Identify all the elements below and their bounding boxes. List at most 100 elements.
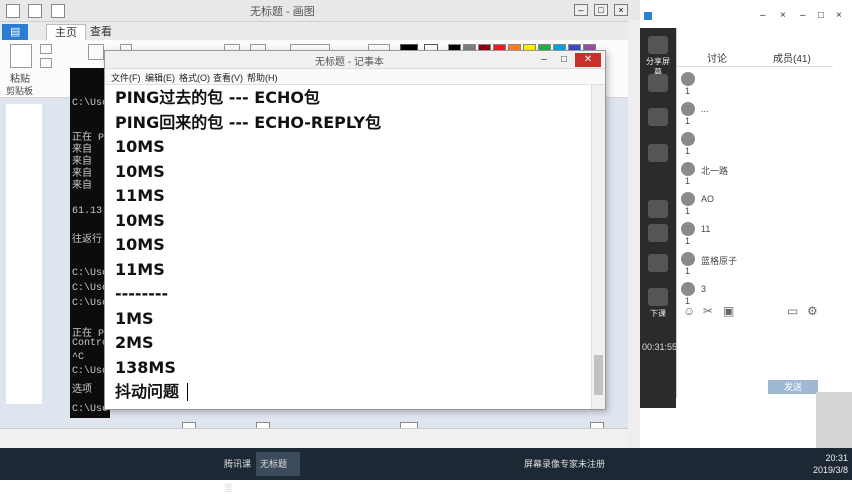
console-line: C:\Use <box>72 404 109 415</box>
close-button[interactable]: ✕ <box>575 53 601 67</box>
sidebar-item-speaker[interactable] <box>643 224 673 244</box>
menu-edit[interactable]: 编辑(E) <box>145 71 175 84</box>
member-list-item[interactable]: ... 1 <box>681 102 821 126</box>
share-screen-icon <box>648 36 668 54</box>
notepad-text-line: 10MS <box>115 137 165 156</box>
taskbar-item[interactable]: 腾讯课堂 <box>220 452 258 493</box>
taskbar-item[interactable] <box>40 452 74 476</box>
member-list-item[interactable]: 蓝格原子 1 <box>681 252 821 276</box>
notepad-text-line: 2MS <box>115 333 154 352</box>
taskbar-item[interactable]: 屏幕录像专家未注册 <box>520 452 674 476</box>
emoji-icon[interactable]: ☺ <box>683 304 695 318</box>
taskbar-item[interactable]: 无标题 <box>256 452 300 476</box>
menu-file[interactable]: 文件(F) <box>111 71 141 84</box>
maximize-button[interactable]: □ <box>555 53 573 67</box>
member-list-item[interactable]: 1 <box>681 132 821 156</box>
paste-icon[interactable] <box>10 44 32 68</box>
redo-icon[interactable] <box>50 4 65 18</box>
avatar <box>681 72 695 86</box>
paste-label: 粘贴 <box>10 74 30 85</box>
taskbar-item[interactable] <box>112 452 146 476</box>
member-name: 蓝格原子 <box>701 256 738 266</box>
video-icon <box>648 74 668 92</box>
chat-input-area[interactable] <box>816 392 852 454</box>
close-button[interactable]: × <box>836 10 842 21</box>
avatar <box>681 132 695 146</box>
taskbar-item[interactable] <box>300 452 344 476</box>
taskbar-item[interactable] <box>148 452 182 476</box>
menu-format[interactable]: 格式(O) <box>179 71 210 84</box>
avatar <box>681 192 695 206</box>
notepad-scrollbar[interactable] <box>591 85 605 409</box>
console-line: 61.13 <box>72 206 103 217</box>
sidebar-item-share-screen[interactable]: 分享屏幕 <box>643 36 673 78</box>
notepad-text-line: PING回来的包 --- ECHO-REPLY包 <box>115 112 382 132</box>
console-line: C:\Use <box>72 268 109 279</box>
clock-time: 20:31 <box>825 453 848 463</box>
minimize-button[interactable]: – <box>574 4 588 16</box>
console-line: 选项 <box>72 385 92 396</box>
folder-icon[interactable]: ▭ <box>787 304 798 318</box>
save-icon[interactable] <box>6 4 20 18</box>
speaker-icon <box>648 224 668 242</box>
maximize-button[interactable]: □ <box>594 4 608 16</box>
notepad-text-line: 1MS <box>115 308 154 328</box>
maximize-button[interactable]: □ <box>818 10 824 21</box>
cut-icon[interactable] <box>40 44 52 54</box>
file-menu-button[interactable]: ▤ <box>2 24 29 40</box>
menu-view[interactable]: 查看(V) <box>213 71 243 84</box>
sidebar-item-power[interactable]: 下课 <box>643 288 673 319</box>
copy-icon[interactable] <box>40 58 52 68</box>
avatar <box>681 162 695 176</box>
paint-canvas[interactable] <box>6 104 42 404</box>
sidebar-item-music[interactable] <box>643 254 673 274</box>
taskbar-item[interactable] <box>184 452 218 476</box>
sidebar-item-camera[interactable] <box>643 144 673 164</box>
image-icon[interactable]: ▣ <box>723 304 734 318</box>
taskbar-item[interactable] <box>4 452 38 476</box>
send-button[interactable]: 发送 <box>768 380 818 394</box>
taskbar-clock[interactable]: 20:31 2019/3/8 <box>800 452 848 476</box>
menu-help[interactable]: 帮助(H) <box>247 71 278 84</box>
close-button[interactable]: × <box>780 10 786 21</box>
console-line: ^C <box>72 352 85 363</box>
avatar <box>681 282 695 296</box>
member-list-item[interactable]: 北一路 1 <box>681 162 821 186</box>
start-button[interactable] <box>0 452 4 476</box>
scissors-icon[interactable]: ✂ <box>703 304 713 318</box>
member-list-item[interactable]: 1 <box>681 72 821 96</box>
undo-icon[interactable] <box>28 4 43 18</box>
notepad-text-line: 10MS <box>115 210 165 230</box>
camera-icon <box>648 144 668 162</box>
sidebar-item-whiteboard[interactable] <box>643 108 673 128</box>
notepad-text-line: 抖动问题 <box>115 382 180 401</box>
member-name: AO <box>701 194 715 204</box>
sidebar-item-label: 下课 <box>650 309 666 318</box>
notepad-text-line: 10MS <box>115 235 165 254</box>
tab-home[interactable]: 主页 <box>46 24 86 41</box>
minimize-button[interactable]: – <box>760 10 766 21</box>
member-list-item[interactable]: AO 1 <box>681 192 821 216</box>
member-count: 1 <box>685 266 691 276</box>
scrollbar-thumb[interactable] <box>594 355 603 395</box>
select-icon[interactable] <box>88 44 104 60</box>
sidebar-item-microphone[interactable] <box>643 200 673 220</box>
notepad-menubar: 文件(F) 编辑(E) 格式(O) 查看(V) 帮助(H) <box>105 69 605 85</box>
minimize-button[interactable]: – <box>535 53 553 67</box>
paint-statusbar <box>0 428 640 448</box>
console-line: C:\Use <box>72 366 109 377</box>
whiteboard-icon <box>648 108 668 126</box>
settings-icon[interactable]: ⚙ <box>807 304 818 318</box>
member-list-item[interactable]: 31 <box>681 282 821 306</box>
taskbar-item[interactable] <box>76 452 110 476</box>
avatar <box>681 252 695 266</box>
tab-view[interactable]: 查看 <box>82 24 120 40</box>
close-button[interactable]: × <box>614 4 628 16</box>
notepad-text-area[interactable]: PING过去的包 --- ECHO包 PING回来的包 --- ECHO-REPL… <box>109 87 591 409</box>
vertical-scrollbar[interactable] <box>628 20 640 450</box>
notepad-window: 无标题 - 记事本 – □ ✕ 文件(F) 编辑(E) 格式(O) 查看(V) … <box>104 50 606 410</box>
avatar <box>681 222 695 236</box>
sidebar-item-video[interactable] <box>643 74 673 94</box>
minimize-button[interactable]: – <box>800 10 806 21</box>
member-list-item[interactable]: 11 1 <box>681 222 821 246</box>
